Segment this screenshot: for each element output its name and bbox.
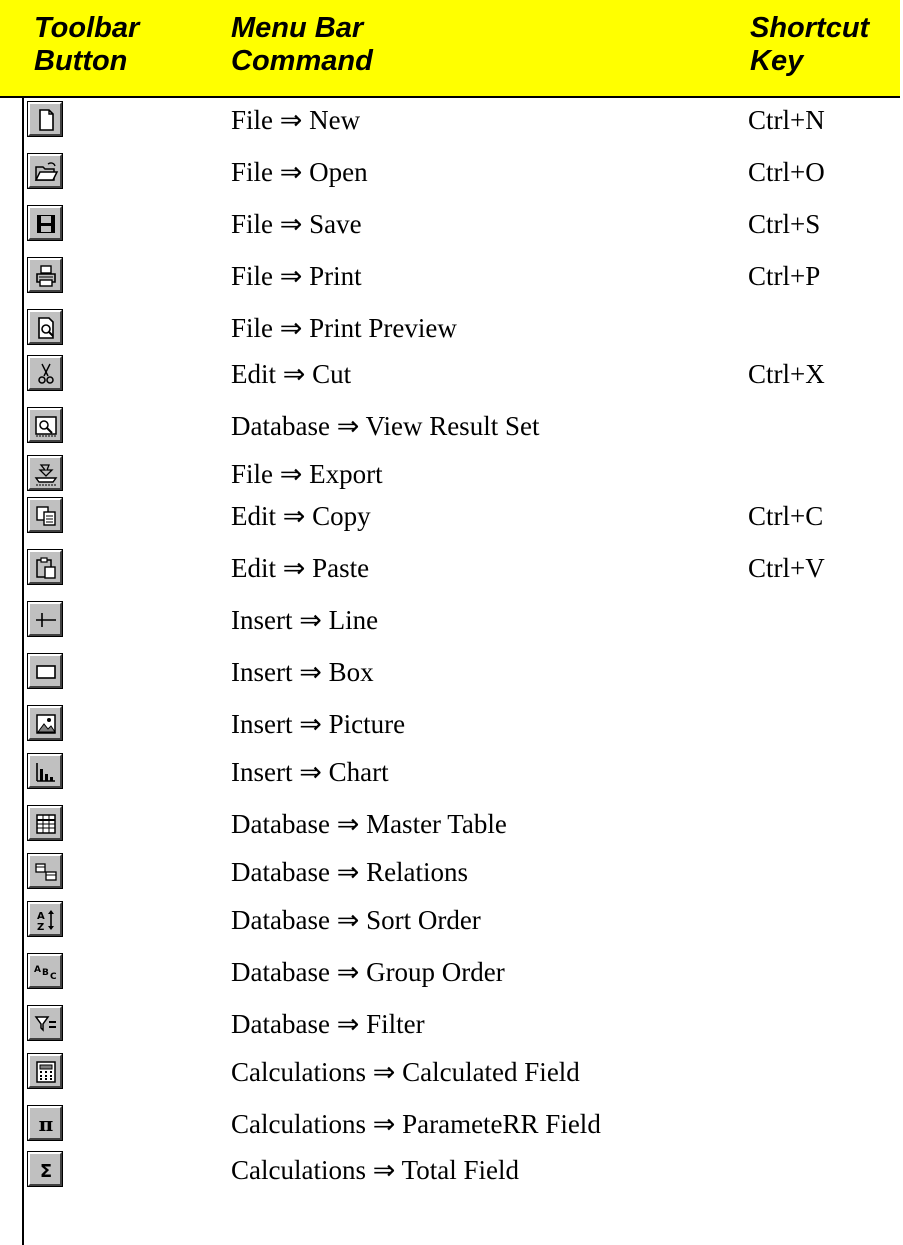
table-row: Insert ⇒ Box xyxy=(0,650,903,698)
menu-command: Edit ⇒ Copy xyxy=(231,501,371,531)
table-row: File ⇒ Export xyxy=(0,452,903,500)
group-order-icon: ABC xyxy=(27,953,63,989)
table-row: Database ⇒ Master Table xyxy=(0,802,903,850)
print-preview-icon xyxy=(27,309,63,345)
table-header: Toolbar Button Menu Bar Command Shortcut… xyxy=(0,0,900,98)
filter-icon xyxy=(27,1005,63,1041)
menu-command: File ⇒ Open xyxy=(231,157,368,187)
shortcut-key: Ctrl+P xyxy=(748,261,821,291)
table-row: Edit ⇒ Copy Ctrl+C xyxy=(0,494,903,542)
table-row: File ⇒ Open Ctrl+O xyxy=(0,150,903,198)
svg-text:A: A xyxy=(34,965,41,975)
save-disk-icon xyxy=(27,205,63,241)
table-row: Edit ⇒ Paste Ctrl+V xyxy=(0,546,903,594)
shortcut-key: Ctrl+S xyxy=(748,209,821,239)
menu-command: Database ⇒ Master Table xyxy=(231,809,507,839)
menu-command: Insert ⇒ Chart xyxy=(231,757,389,787)
table-row: Insert ⇒ Chart xyxy=(0,750,903,798)
table-row: Calculations ⇒ Calculated Field xyxy=(0,1050,903,1098)
table-row: File ⇒ New Ctrl+N xyxy=(0,98,903,146)
table-row: A Z Database ⇒ Sort Order xyxy=(0,898,903,946)
scissors-icon xyxy=(27,355,63,391)
shortcut-key: Ctrl+V xyxy=(748,553,825,583)
menu-command: Insert ⇒ Picture xyxy=(231,709,406,739)
svg-text:Σ: Σ xyxy=(40,1161,52,1182)
menu-command: Insert ⇒ Box xyxy=(231,657,374,687)
table-row: Insert ⇒ Picture xyxy=(0,702,903,750)
svg-text:A: A xyxy=(37,911,45,922)
line-icon xyxy=(27,601,63,637)
header-shortcut-key: Shortcut Key xyxy=(750,12,870,77)
chart-icon xyxy=(27,753,63,789)
svg-text:B: B xyxy=(42,968,49,978)
menu-command: Database ⇒ Sort Order xyxy=(231,905,481,935)
table-row: Database ⇒ Relations xyxy=(0,850,903,898)
sort-order-icon: AZ xyxy=(27,901,63,937)
pi-icon: π xyxy=(27,1105,63,1141)
table-row: File ⇒ Print Preview xyxy=(0,306,903,354)
svg-text:Z: Z xyxy=(37,922,44,933)
svg-text:C: C xyxy=(50,972,57,982)
shortcut-key: Ctrl+O xyxy=(748,157,825,187)
menu-command: Insert ⇒ Line xyxy=(231,605,379,635)
table-row: A B C Database ⇒ Group Order xyxy=(0,950,903,998)
printer-icon xyxy=(27,257,63,293)
menu-command: Calculations ⇒ ParameteRR Field xyxy=(231,1109,601,1139)
menu-command: Database ⇒ View Result Set xyxy=(231,411,540,441)
shortcut-key: Ctrl+N xyxy=(748,105,825,135)
master-table-icon xyxy=(27,805,63,841)
menu-command: Edit ⇒ Paste xyxy=(231,553,370,583)
menu-command: Database ⇒ Relations xyxy=(231,857,469,887)
menu-command: File ⇒ Print Preview xyxy=(231,313,457,343)
header-menu-bar-command: Menu Bar Command xyxy=(231,12,373,77)
table-row: Database ⇒ Filter xyxy=(0,1002,903,1050)
calculator-icon xyxy=(27,1053,63,1089)
relations-icon xyxy=(27,853,63,889)
sigma-icon: Σ xyxy=(27,1151,63,1187)
menu-command: Calculations ⇒ Calculated Field xyxy=(231,1057,580,1087)
table-row: π Calculations ⇒ ParameteRR Field xyxy=(0,1102,903,1150)
table-row: Insert ⇒ Line xyxy=(0,598,903,646)
shortcut-key: Ctrl+X xyxy=(748,359,825,389)
toolbar-reference-table: Toolbar Button Menu Bar Command Shortcut… xyxy=(0,0,903,1245)
export-icon xyxy=(27,455,63,491)
picture-icon xyxy=(27,705,63,741)
header-toolbar-button: Toolbar Button xyxy=(34,12,140,77)
menu-command: File ⇒ Export xyxy=(231,459,383,489)
table-row: Σ Calculations ⇒ Total Field xyxy=(0,1148,903,1196)
open-folder-icon xyxy=(27,153,63,189)
menu-command: File ⇒ Print xyxy=(231,261,362,291)
table-row: File ⇒ Save Ctrl+S xyxy=(0,202,903,250)
menu-command: Calculations ⇒ Total Field xyxy=(231,1155,519,1185)
menu-command: Edit ⇒ Cut xyxy=(231,359,352,389)
menu-command: File ⇒ Save xyxy=(231,209,362,239)
table-row: Database ⇒ View Result Set xyxy=(0,404,903,452)
copy-icon xyxy=(27,497,63,533)
shortcut-key: Ctrl+C xyxy=(748,501,824,531)
box-icon xyxy=(27,653,63,689)
paste-clipboard-icon xyxy=(27,549,63,585)
new-document-icon xyxy=(27,101,63,137)
menu-command: File ⇒ New xyxy=(231,105,361,135)
menu-command: Database ⇒ Group Order xyxy=(231,957,505,987)
table-row: File ⇒ Print Ctrl+P xyxy=(0,254,903,302)
view-result-set-icon xyxy=(27,407,63,443)
svg-text:π: π xyxy=(39,1112,54,1136)
menu-command: Database ⇒ Filter xyxy=(231,1009,425,1039)
table-row: Edit ⇒ Cut Ctrl+X xyxy=(0,352,903,400)
